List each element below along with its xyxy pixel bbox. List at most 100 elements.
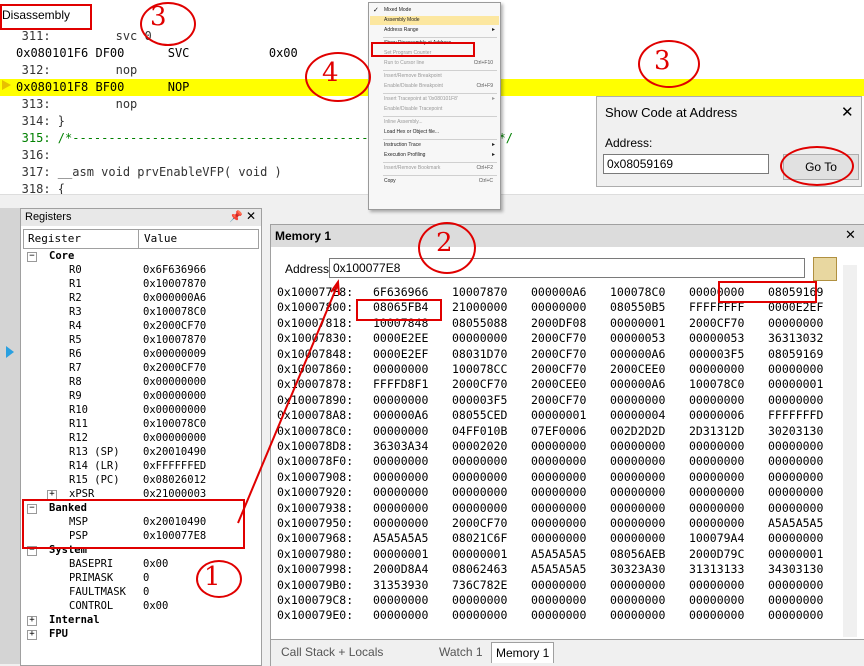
tab-watch-1[interactable]: Watch 1 [435,642,487,662]
memory-word[interactable]: 00000000 [531,516,586,531]
memory-word[interactable]: 00000000 [452,331,507,346]
context-menu-item[interactable]: Execution Profiling ▸ [370,151,499,160]
memory-word[interactable]: 00000000 [610,593,665,608]
memory-word[interactable]: 21000000 [452,300,507,315]
memory-row[interactable]: 0x10007968: A5A5A5A5 08021C6F 00000000 00000… [277,531,837,546]
context-menu-item[interactable]: Insert Tracepoint at '0x080101F8' ▸ [370,95,499,104]
register-row[interactable]: R9 0x00000000 [21,389,259,403]
memory-word[interactable]: 00000000 [768,501,823,516]
register-row[interactable]: R6 0x00000009 [21,347,259,361]
context-menu-item[interactable]: Assembly Mode [370,16,499,25]
memory-word[interactable]: 00000000 [610,578,665,593]
memory-word[interactable]: 00000000 [689,608,744,623]
memory-word[interactable]: 00000001 [610,316,665,331]
memory-word[interactable]: 0000E2EE [373,331,428,346]
memory-word[interactable]: 08021C6F [452,531,507,546]
memory-word[interactable]: 00000000 [452,485,507,500]
expand-icon[interactable]: + [27,630,37,640]
register-group-row[interactable]: + Internal [21,613,259,627]
memory-word[interactable]: 00000000 [768,470,823,485]
memory-word[interactable]: 08056AEB [610,547,665,562]
memory-row[interactable]: 0x100078D8: 36303A34 00002020 00000000 00000… [277,439,837,454]
memory-word[interactable]: 00000000 [531,608,586,623]
register-row[interactable]: CONTROL 0x00 [21,599,259,613]
memory-word[interactable]: 100079A4 [689,531,744,546]
memory-word[interactable]: 000000A6 [610,347,665,362]
register-row[interactable]: R15 (PC) 0x08026012 [21,473,259,487]
memory-word[interactable]: 00002020 [452,439,507,454]
memory-word[interactable]: 00000000 [768,362,823,377]
memory-word[interactable]: 00000000 [689,578,744,593]
memory-row[interactable]: 0x10007938: 00000000 00000000 00000000 00000… [277,501,837,516]
memory-word[interactable]: 00000000 [610,393,665,408]
memory-word[interactable]: 00000000 [373,454,428,469]
memory-word[interactable]: 00000001 [373,547,428,562]
memory-word[interactable]: 08062463 [452,562,507,577]
memory-word[interactable]: 0000E2EF [373,347,428,362]
register-row[interactable]: R0 0x6F636966 [21,263,259,277]
memory-word[interactable]: 00000001 [768,377,823,392]
register-row[interactable]: R8 0x00000000 [21,375,259,389]
memory-row[interactable]: 0x100078C0: 00000000 04FF010B 07EF0006 002D2… [277,424,837,439]
memory-word[interactable]: 000000A6 [531,285,586,300]
memory-word[interactable]: 2000CF70 [452,377,507,392]
memory-word[interactable]: 08055088 [452,316,507,331]
context-menu-item[interactable]: Enable/Disable Tracepoint [370,105,499,114]
memory-row[interactable]: 0x10007878: FFFFD8F1 2000CF70 2000CEE0 00000… [277,377,837,392]
memory-word[interactable]: 31353930 [373,578,428,593]
memory-word[interactable]: 00000000 [452,454,507,469]
memory-word[interactable]: 000000A6 [610,377,665,392]
memory-word[interactable]: 00000000 [610,485,665,500]
memory-grid[interactable]: 0x100077E8: 6F636966 10007870 000000A6 10007… [271,285,841,639]
memory-word[interactable]: 00000000 [373,393,428,408]
memory-word[interactable]: 08031D70 [452,347,507,362]
memory-word[interactable]: 00000000 [610,531,665,546]
memory-word[interactable]: FFFFFFFD [768,408,823,423]
memory-word[interactable]: A5A5A5A5 [373,531,428,546]
memory-word[interactable]: 00000000 [610,516,665,531]
dialog-address-input[interactable] [603,154,769,174]
register-row[interactable]: R13 (SP) 0x20010490 [21,445,259,459]
memory-word[interactable]: 00000000 [531,439,586,454]
memory-word[interactable]: 34303130 [768,562,823,577]
memory-word[interactable]: 00000001 [452,547,507,562]
memory-word[interactable]: 00000000 [768,485,823,500]
context-menu-item[interactable]: Mixed Mode ✓ [370,6,499,15]
register-row[interactable]: R5 0x10007870 [21,333,259,347]
memory-row[interactable]: 0x100078A8: 000000A6 08055CED 00000001 00000… [277,408,837,423]
memory-word[interactable]: 00000000 [768,393,823,408]
memory-word[interactable]: 00000000 [689,454,744,469]
memory-word[interactable]: 00000000 [689,593,744,608]
memory-word[interactable]: 2000CEE0 [610,362,665,377]
memory-word[interactable]: 00000000 [768,593,823,608]
memory-row[interactable]: 0x10007830: 0000E2EE 00000000 2000CF70 00000… [277,331,837,346]
memory-word[interactable]: 00000000 [689,485,744,500]
memory-word[interactable]: 2000CF70 [689,316,744,331]
memory-word[interactable]: 00000000 [689,393,744,408]
memory-word[interactable]: 00000000 [768,454,823,469]
memory-word[interactable]: 000000A6 [373,408,428,423]
register-row[interactable]: R14 (LR) 0xFFFFFFED [21,459,259,473]
memory-row[interactable]: 0x10007860: 00000000 100078CC 2000CF70 2000C… [277,362,837,377]
memory-word[interactable]: 100078C0 [689,377,744,392]
register-row[interactable]: R7 0x2000CF70 [21,361,259,375]
memory-word[interactable]: 31313133 [689,562,744,577]
context-menu-item[interactable]: Address Range ▸ [370,26,499,35]
memory-row[interactable]: 0x10007920: 00000000 00000000 00000000 00000… [277,485,837,500]
memory-word[interactable]: 00000000 [531,300,586,315]
memory-word[interactable]: 08055CED [452,408,507,423]
memory-word[interactable]: FFFFD8F1 [373,377,428,392]
memory-word[interactable]: A5A5A5A5 [531,562,586,577]
lock-icon[interactable] [813,257,837,281]
context-menu-item[interactable]: Insert/Remove Bookmark Ctrl+F2 [370,164,499,173]
memory-row[interactable]: 0x10007908: 00000000 00000000 00000000 00000… [277,470,837,485]
memory-word[interactable]: 00000000 [373,516,428,531]
memory-word[interactable]: 00000000 [610,454,665,469]
pin-icon[interactable]: 📌 [229,210,243,223]
memory-word[interactable]: 2000CF70 [531,362,586,377]
memory-word[interactable]: 100078C0 [610,285,665,300]
memory-word[interactable]: 00000000 [531,501,586,516]
memory-word[interactable]: 00000000 [768,578,823,593]
memory-row[interactable]: 0x100078F0: 00000000 00000000 00000000 00000… [277,454,837,469]
memory-word[interactable]: 2000CEE0 [531,377,586,392]
